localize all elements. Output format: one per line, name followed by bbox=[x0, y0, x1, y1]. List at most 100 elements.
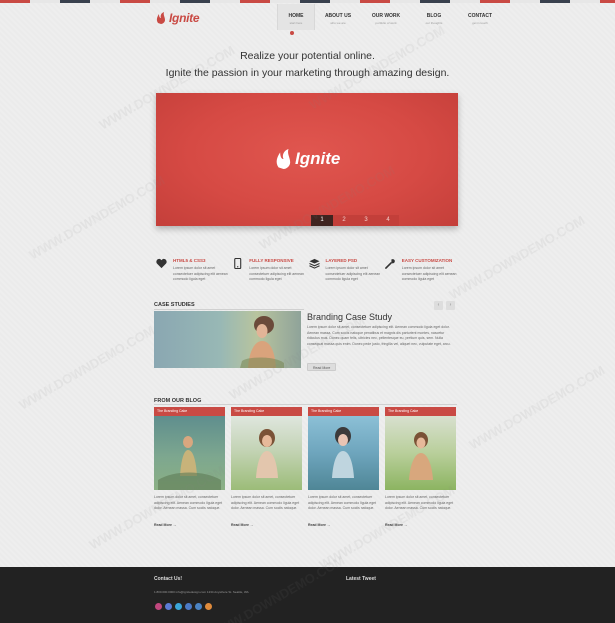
post-image[interactable] bbox=[231, 416, 302, 490]
slider-pager: 1 2 3 4 bbox=[311, 215, 399, 226]
post-heading[interactable]: The Branding Cake bbox=[308, 407, 379, 416]
post-read-more-link[interactable]: Read More → bbox=[231, 523, 302, 527]
feature-text: Lorem ipsum dolor sit amet consectetuer … bbox=[249, 266, 304, 281]
post-read-more-link[interactable]: Read More → bbox=[385, 523, 456, 527]
active-nav-indicator bbox=[290, 31, 294, 35]
nav-sublabel: start here bbox=[289, 21, 303, 25]
section-divider bbox=[154, 309, 304, 310]
read-more-button[interactable]: Read More bbox=[307, 363, 337, 371]
post-excerpt: Lorem ipsum dolor sit amet, consectetuer… bbox=[154, 495, 223, 510]
heart-icon bbox=[156, 258, 167, 269]
nav-label: BLOG bbox=[426, 13, 442, 19]
wrench-icon bbox=[384, 259, 395, 269]
section-divider bbox=[154, 404, 457, 405]
feature-text: Lorem ipsum dolor sit amet consectetuer … bbox=[173, 266, 228, 281]
dribbble-icon[interactable] bbox=[155, 603, 162, 610]
blog-post: The Branding Cake Lorem ipsum dolor sit … bbox=[385, 407, 456, 527]
flame-icon bbox=[156, 12, 165, 24]
nav-item-about[interactable]: ABOUT US who we are bbox=[315, 4, 361, 30]
post-excerpt: Lorem ipsum dolor sit amet, consectetuer… bbox=[231, 495, 300, 510]
nav-sublabel: our thoughts bbox=[425, 21, 443, 25]
nav-sublabel: portfolio of work bbox=[375, 21, 397, 25]
social-icons bbox=[155, 603, 212, 610]
nav-item-blog[interactable]: BLOG our thoughts bbox=[411, 4, 457, 30]
watermark: WWW.DOWNDEMO.COM bbox=[26, 172, 168, 263]
rss-icon[interactable] bbox=[205, 603, 212, 610]
watermark: WWW.DOWNDEMO.COM bbox=[466, 362, 608, 453]
case-study-image[interactable] bbox=[154, 311, 301, 368]
portrait-image bbox=[240, 316, 284, 368]
feature-html5: HTML5 & CSS3 Lorem ipsum dolor sit amet … bbox=[156, 256, 232, 283]
post-heading[interactable]: The Branding Cake bbox=[385, 407, 456, 416]
hero-tagline: Realize your potential online. bbox=[240, 50, 375, 62]
pager-button[interactable]: 3 bbox=[355, 215, 377, 226]
pager-button[interactable]: 4 bbox=[377, 215, 399, 226]
post-excerpt: Lorem ipsum dolor sit amet, consectetuer… bbox=[385, 495, 454, 510]
post-heading[interactable]: The Branding Cake bbox=[154, 407, 225, 416]
nav-item-work[interactable]: OUR WORK portfolio of work bbox=[361, 4, 411, 30]
features-row: HTML5 & CSS3 Lorem ipsum dolor sit amet … bbox=[156, 256, 461, 283]
top-stripe bbox=[0, 0, 615, 3]
nav-label: CONTACT bbox=[467, 13, 493, 19]
main-nav: HOME start here ABOUT US who we are OUR … bbox=[277, 4, 503, 30]
layers-icon bbox=[308, 258, 320, 269]
nav-item-contact[interactable]: CONTACT get in touch bbox=[457, 4, 503, 30]
nav-sublabel: who we are bbox=[330, 21, 346, 25]
portrait-image bbox=[256, 429, 278, 478]
case-studies-heading: CASE STUDIES bbox=[154, 302, 195, 308]
footer-contact-info: 1.800.000.0000 info@ignitedesign.com 123… bbox=[154, 590, 249, 594]
nav-label: ABOUT US bbox=[324, 13, 352, 19]
feature-text: Lorem ipsum dolor sit amet consectetuer … bbox=[401, 266, 457, 281]
linkedin-icon[interactable] bbox=[185, 603, 192, 610]
nav-item-home[interactable]: HOME start here bbox=[277, 4, 315, 30]
nav-label: HOME bbox=[288, 13, 304, 19]
blog-post: The Branding Cake Lorem ipsum dolor sit … bbox=[154, 407, 225, 527]
feature-title: EASY CUSTOMIZATION bbox=[401, 258, 453, 263]
footer-tweets-heading: Latest Tweet bbox=[346, 576, 376, 582]
feature-text: Lorem ipsum dolor sit amet consectetuer … bbox=[325, 266, 381, 281]
post-read-more-link[interactable]: Read More → bbox=[308, 523, 379, 527]
twitter-icon[interactable] bbox=[175, 603, 182, 610]
footer-contact-heading: Contact Us! bbox=[154, 576, 183, 582]
watermark: WWW.DOWNDEMO.COM bbox=[16, 322, 158, 413]
flame-icon bbox=[276, 149, 291, 169]
post-read-more-link[interactable]: Read More → bbox=[154, 523, 225, 527]
portrait-image bbox=[158, 436, 221, 490]
case-study-title: Branding Case Study bbox=[307, 312, 393, 322]
post-image[interactable] bbox=[154, 416, 225, 490]
prev-arrow-button[interactable]: ‹ bbox=[434, 301, 443, 310]
feature-title: HTML5 & CSS3 bbox=[173, 258, 206, 263]
watermark: WWW.DOWNDEMO.COM bbox=[446, 212, 588, 303]
blog-posts: The Branding Cake Lorem ipsum dolor sit … bbox=[154, 407, 456, 527]
vimeo-icon[interactable] bbox=[195, 603, 202, 610]
pager-button[interactable]: 1 bbox=[311, 215, 333, 226]
post-heading[interactable]: The Branding Cake bbox=[231, 407, 302, 416]
post-excerpt: Lorem ipsum dolor sit amet, consectetuer… bbox=[308, 495, 377, 510]
post-image[interactable] bbox=[385, 416, 456, 490]
slide-logo-text: Ignite bbox=[295, 149, 341, 168]
nav-label: OUR WORK bbox=[371, 13, 401, 19]
blog-post: The Branding Cake Lorem ipsum dolor sit … bbox=[231, 407, 302, 527]
slide-logo: Ignite bbox=[275, 149, 340, 169]
facebook-icon[interactable] bbox=[165, 603, 172, 610]
pager-button[interactable]: 2 bbox=[333, 215, 355, 226]
phone-icon bbox=[234, 258, 242, 269]
feature-customization: EASY CUSTOMIZATION Lorem ipsum dolor sit… bbox=[384, 256, 461, 283]
hero-subtagline: Ignite the passion in your marketing thr… bbox=[165, 67, 450, 79]
next-arrow-button[interactable]: › bbox=[446, 301, 455, 310]
site-footer bbox=[0, 567, 615, 623]
site-logo[interactable]: Ignite bbox=[156, 11, 200, 25]
feature-responsive: FULLY RESPONSIVE Lorem ipsum dolor sit a… bbox=[232, 256, 308, 283]
feature-title: LAYERED PSD bbox=[325, 258, 358, 263]
nav-sublabel: get in touch bbox=[472, 21, 488, 25]
portrait-image bbox=[332, 427, 354, 478]
post-image[interactable] bbox=[308, 416, 379, 490]
logo-text: Ignite bbox=[169, 11, 200, 25]
blog-post: The Branding Cake Lorem ipsum dolor sit … bbox=[308, 407, 379, 527]
hero-slider[interactable]: Ignite 1 2 3 4 bbox=[156, 93, 458, 226]
portrait-image bbox=[409, 432, 433, 480]
case-study-arrows: ‹ › bbox=[434, 301, 455, 310]
case-study-text: Lorem ipsum dolor sit amet, consectetuer… bbox=[307, 325, 451, 346]
feature-psd: LAYERED PSD Lorem ipsum dolor sit amet c… bbox=[308, 256, 385, 283]
feature-title: FULLY RESPONSIVE bbox=[249, 258, 294, 263]
